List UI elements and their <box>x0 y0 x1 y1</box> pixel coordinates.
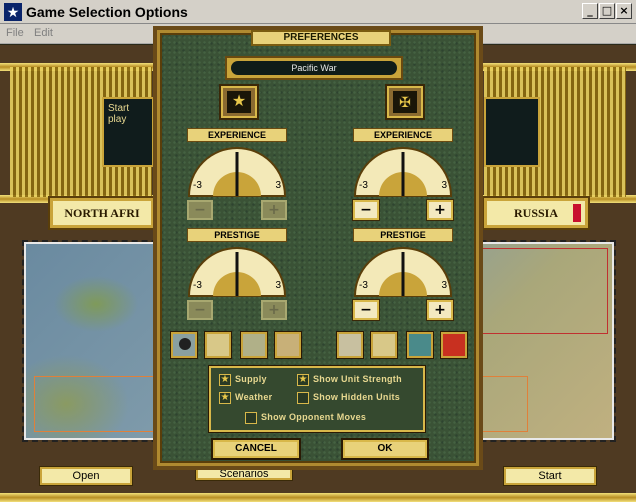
right-unit-icon-1[interactable] <box>371 332 397 358</box>
open-button[interactable]: Open <box>40 467 132 485</box>
left-experience-label: EXPERIENCE <box>187 128 287 142</box>
right-experience-max: 3 <box>441 180 447 191</box>
left-experience-minus-button[interactable]: − <box>187 200 213 220</box>
cancel-button[interactable]: CANCEL <box>213 440 299 458</box>
preferences-title: PREFERENCES <box>251 30 391 46</box>
left-unit-icon-3[interactable] <box>275 332 301 358</box>
minimize-button[interactable]: _ <box>582 3 598 19</box>
right-experience-min: -3 <box>359 180 368 191</box>
maximize-button[interactable]: □ <box>599 3 615 19</box>
right-unit-icon-3[interactable] <box>441 332 467 358</box>
options-panel: ★ Supply ★ Show Unit Strength ★ Weather … <box>209 366 425 432</box>
left-prestige-max: 3 <box>275 280 281 291</box>
axis-eagle-icon: ✠ <box>393 91 417 113</box>
allied-star-icon: ★ <box>227 91 251 113</box>
open-button-label: Open <box>72 470 100 482</box>
right-experience-plus-button[interactable]: + <box>427 200 453 220</box>
right-prestige-label: PRESTIGE <box>353 228 453 242</box>
nation-color-swatch <box>573 204 581 222</box>
left-experience-max: 3 <box>275 180 281 191</box>
nation-right-label: RUSSIA <box>513 206 558 220</box>
show-unit-strength-checkbox[interactable]: ★ <box>297 374 309 386</box>
right-experience-gauge: -3 3 <box>351 146 455 198</box>
right-unit-icon-2[interactable] <box>407 332 433 358</box>
game-selection-window: ★ Game Selection Options _ □ × File Edit… <box>0 0 636 502</box>
show-opponent-moves-checkbox[interactable] <box>245 412 257 424</box>
map-region-west <box>34 376 158 432</box>
right-prestige-max: 3 <box>441 280 447 291</box>
map-region-east <box>478 376 528 432</box>
ok-button[interactable]: OK <box>343 440 427 458</box>
window-title: Game Selection Options <box>26 4 188 20</box>
show-unit-strength-label: Show Unit Strength <box>313 374 402 384</box>
nation-left-label: NORTH AFRI <box>64 206 140 220</box>
nation-left[interactable]: NORTH AFRI <box>50 198 154 228</box>
right-prestige-gauge: -3 3 <box>351 246 455 298</box>
supply-checkbox[interactable]: ★ <box>219 374 231 386</box>
scenario-name: Pacific War <box>231 61 397 75</box>
left-experience-plus-button[interactable]: + <box>261 200 287 220</box>
right-prestige-minus-button[interactable]: − <box>353 300 379 320</box>
nation-right[interactable]: RUSSIA <box>484 198 588 228</box>
left-prestige-gauge: -3 3 <box>185 246 289 298</box>
close-button[interactable]: × <box>616 3 632 19</box>
left-experience-gauge: -3 3 <box>185 146 289 198</box>
start-button[interactable]: Start <box>504 467 596 485</box>
title-bar: ★ Game Selection Options _ □ × <box>0 0 636 24</box>
scenario-name-plate: Pacific War <box>225 56 403 80</box>
map-region-north-east <box>482 248 608 334</box>
show-opponent-moves-label: Show Opponent Moves <box>261 412 367 422</box>
preferences-dialog: PREFERENCES Pacific War ★ ✠ EXPERIENCE -… <box>153 26 483 470</box>
weather-label: Weather <box>235 392 273 402</box>
start-button-label: Start <box>538 470 562 482</box>
gold-band-bottom <box>0 493 636 502</box>
supply-label: Supply <box>235 374 267 384</box>
message-box-right <box>484 97 540 167</box>
left-leader-portrait-icon[interactable] <box>171 332 197 358</box>
axis-flag: ✠ <box>387 86 423 118</box>
star-icon: ★ <box>4 3 22 21</box>
left-prestige-label: PRESTIGE <box>187 228 287 242</box>
allied-flag: ★ <box>221 86 257 118</box>
message-text: Start play <box>108 103 130 125</box>
left-prestige-plus-button[interactable]: + <box>261 300 287 320</box>
right-prestige-min: -3 <box>359 280 368 291</box>
left-unit-icon-2[interactable] <box>241 332 267 358</box>
left-prestige-minus-button[interactable]: − <box>187 300 213 320</box>
show-hidden-units-checkbox[interactable] <box>297 392 309 404</box>
right-leader-portrait-icon[interactable] <box>337 332 363 358</box>
left-experience-min: -3 <box>193 180 202 191</box>
right-experience-minus-button[interactable]: − <box>353 200 379 220</box>
right-prestige-plus-button[interactable]: + <box>427 300 453 320</box>
left-prestige-min: -3 <box>193 280 202 291</box>
menu-edit[interactable]: Edit <box>34 27 53 39</box>
show-hidden-units-label: Show Hidden Units <box>313 392 401 402</box>
left-unit-icon-1[interactable] <box>205 332 231 358</box>
right-experience-label: EXPERIENCE <box>353 128 453 142</box>
message-box: Start play <box>102 97 154 167</box>
weather-checkbox[interactable]: ★ <box>219 392 231 404</box>
menu-file[interactable]: File <box>6 27 24 39</box>
